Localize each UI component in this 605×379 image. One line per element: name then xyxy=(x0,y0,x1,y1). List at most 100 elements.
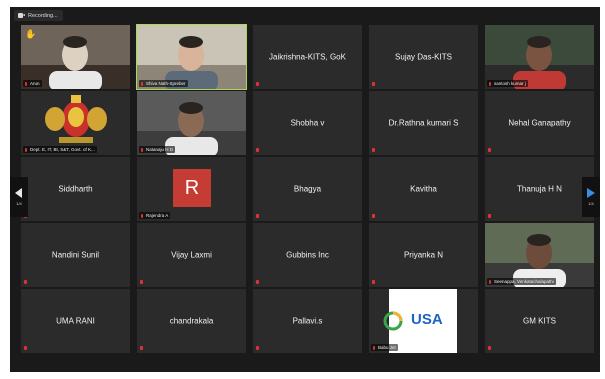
muted-mic-icon xyxy=(141,213,143,218)
participant-name: Nehal Ganapathy xyxy=(508,118,571,128)
participant-name-label: Babu Jer xyxy=(371,344,399,351)
participant-tile[interactable]: Kavitha xyxy=(369,157,478,221)
muted-mic-icon xyxy=(25,81,27,86)
participant-name: Seenappa, Venkatachalapathi xyxy=(494,279,554,284)
participant-tile[interactable]: Thanuja H N xyxy=(485,157,594,221)
participant-tile[interactable]: Vijay Laxmi xyxy=(137,223,246,287)
muted-mic-icon xyxy=(141,147,143,152)
muted-mic-icon xyxy=(256,148,259,152)
muted-mic-icon xyxy=(372,280,375,284)
participant-name: Vijay Laxmi xyxy=(171,250,212,260)
participant-tile[interactable]: Dept. E, IT, Bt, S&T, Govt. of K... xyxy=(21,91,130,155)
muted-mic-icon xyxy=(24,280,27,284)
participant-name: santosh kumar j xyxy=(494,81,526,86)
participant-name: Shiva Nath-Spreber xyxy=(146,81,186,86)
camera-icon xyxy=(18,13,25,18)
participant-name-label: Shiva Nath-Spreber xyxy=(139,80,188,87)
muted-mic-icon xyxy=(488,148,491,152)
muted-mic-icon xyxy=(140,346,143,350)
participant-name: chandrakala xyxy=(169,316,214,326)
participant-tile[interactable]: Nehal Ganapathy xyxy=(485,91,594,155)
participant-name: Shobha v xyxy=(290,118,325,128)
participant-name: Thanuja H N xyxy=(517,184,562,194)
muted-mic-icon xyxy=(25,147,27,152)
recording-label: Recording... xyxy=(28,12,58,19)
muted-mic-icon xyxy=(372,82,375,86)
participant-tile[interactable]: Jaikrishna-KITS, GoK xyxy=(253,25,362,89)
muted-mic-icon xyxy=(256,82,259,86)
participant-tile[interactable]: Bhagya xyxy=(253,157,362,221)
participant-tile[interactable]: Shobha v xyxy=(253,91,362,155)
participant-tile[interactable]: Seenappa, Venkatachalapathi xyxy=(485,223,594,287)
participant-name: Jaikrishna-KITS, GoK xyxy=(269,52,346,62)
logo-swirl-icon xyxy=(383,311,403,331)
participant-name-label: Dept. E, IT, Bt, S&T, Govt. of K... xyxy=(23,146,97,153)
participant-grid: Arun ✋ Shiva Nath-Spreber Jaikrishna-KITS, … xyxy=(21,24,594,353)
participant-name: Gubbins Inc xyxy=(286,250,329,260)
avatar-letter: R xyxy=(184,176,200,199)
participant-tile[interactable]: R Rajendra A xyxy=(137,157,246,221)
participant-tile[interactable]: GM KITS xyxy=(485,289,594,353)
participant-tile[interactable]: santosh kumar j xyxy=(485,25,594,89)
page-indicator-left: 1/4 xyxy=(16,201,22,206)
participant-name: Babu Jer xyxy=(378,345,397,350)
participant-name: Dept. E, IT, Bt, S&T, Govt. of K... xyxy=(30,147,95,152)
participant-name: Nandini Sunil xyxy=(51,250,100,260)
muted-mic-icon xyxy=(24,346,27,350)
logo-image: USA xyxy=(383,289,457,353)
muted-mic-icon xyxy=(256,346,259,350)
participant-tile[interactable]: Sujay Das-KITS xyxy=(369,25,478,89)
muted-mic-icon xyxy=(256,280,259,284)
participant-tile[interactable]: Arun ✋ xyxy=(21,25,130,89)
participant-name: Siddharth xyxy=(58,184,93,194)
participant-tile[interactable]: Gubbins Inc xyxy=(253,223,362,287)
chevron-right-icon xyxy=(587,188,595,198)
participant-tile[interactable]: Pallavi.s xyxy=(253,289,362,353)
participant-tile[interactable]: USA Babu Jer xyxy=(369,289,478,353)
muted-mic-icon xyxy=(141,81,143,86)
participant-name: Natanaju H D xyxy=(146,147,174,152)
participant-name: Rajendra A xyxy=(146,213,169,218)
previous-page-button[interactable]: 1/4 xyxy=(10,177,28,217)
participant-tile[interactable]: UMA RANI xyxy=(21,289,130,353)
recording-indicator[interactable]: Recording... xyxy=(14,10,63,21)
muted-mic-icon xyxy=(489,81,491,86)
logo-text: USA xyxy=(411,311,443,328)
participant-tile[interactable]: Natanaju H D xyxy=(137,91,246,155)
participant-name-label: Seenappa, Venkatachalapathi xyxy=(487,278,556,285)
muted-mic-icon xyxy=(488,346,491,350)
chevron-left-icon xyxy=(15,188,22,198)
participant-tile[interactable]: Dr.Rathna kumari S xyxy=(369,91,478,155)
participant-name: Sujay Das-KITS xyxy=(395,52,452,62)
participant-tile[interactable]: chandrakala xyxy=(137,289,246,353)
muted-mic-icon xyxy=(373,345,375,350)
emblem-image xyxy=(41,93,111,149)
participant-name: UMA RANI xyxy=(56,316,95,326)
participant-name: Dr.Rathna kumari S xyxy=(388,118,459,128)
muted-mic-icon xyxy=(256,214,259,218)
participant-tile[interactable]: Shiva Nath-Spreber xyxy=(136,24,247,90)
participant-tile[interactable]: Priyanka N xyxy=(369,223,478,287)
muted-mic-icon xyxy=(372,148,375,152)
participant-name: GM KITS xyxy=(523,316,556,326)
participant-name: Bhagya xyxy=(293,184,322,194)
muted-mic-icon xyxy=(372,214,375,218)
participant-tile[interactable]: Nandini Sunil xyxy=(21,223,130,287)
participant-name-label: santosh kumar j xyxy=(487,80,528,87)
participant-name: Priyanka N xyxy=(403,250,444,260)
participant-name-label: Arun xyxy=(23,80,42,87)
next-page-button[interactable]: 1/4 xyxy=(582,177,600,217)
state-emblem-icon xyxy=(45,95,107,143)
participant-name: Arun xyxy=(30,81,40,86)
participant-name-label: Rajendra A xyxy=(139,212,171,219)
avatar: R xyxy=(173,169,211,207)
participant-tile[interactable]: Siddharth xyxy=(21,157,130,221)
raised-hand-icon: ✋ xyxy=(25,29,37,39)
participant-name: Kavitha xyxy=(410,184,437,194)
muted-mic-icon xyxy=(489,279,491,284)
participant-name-label: Natanaju H D xyxy=(139,146,176,153)
participant-name: Pallavi.s xyxy=(292,316,323,326)
muted-mic-icon xyxy=(140,280,143,284)
page-indicator-right: 1/4 xyxy=(588,201,594,206)
muted-mic-icon xyxy=(488,214,491,218)
